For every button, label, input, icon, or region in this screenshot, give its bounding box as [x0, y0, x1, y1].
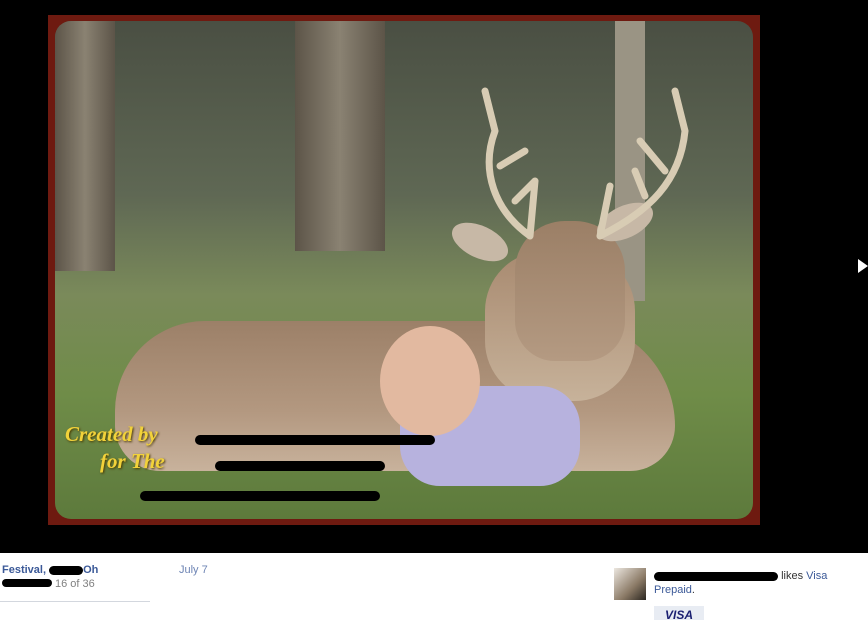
activity-story: likes Visa Prepaid.: [654, 569, 854, 597]
album-title-suffix[interactable]: Oh: [83, 564, 98, 576]
redaction-mark: [2, 579, 52, 587]
redaction-mark: [195, 435, 435, 445]
tree-trunk: [295, 21, 385, 251]
redaction-mark: [215, 461, 385, 471]
caption-line: Created by: [65, 422, 158, 446]
tree-trunk: [55, 21, 115, 271]
redaction-mark: [140, 491, 380, 501]
photo[interactable]: Created by for The: [55, 21, 753, 519]
redaction-mark: [49, 565, 84, 575]
visa-logo-icon[interactable]: VISA: [654, 606, 704, 620]
activity-verb: likes: [781, 570, 804, 582]
activity-thumbnail[interactable]: [614, 568, 646, 600]
photo-caption: Created by for The: [65, 421, 165, 475]
divider: [0, 601, 150, 602]
caption-line: for The: [100, 449, 165, 473]
activity-suffix: .: [691, 584, 695, 596]
photo-frame: Created by for The: [48, 15, 760, 525]
baby-head: [380, 326, 480, 436]
antlers: [481, 87, 689, 240]
redaction-mark: [654, 571, 778, 581]
photo-viewer-stage: Created by for The: [0, 0, 868, 553]
post-date[interactable]: July 7: [179, 564, 208, 576]
album-title-text[interactable]: Festival,: [2, 564, 49, 576]
next-arrow-icon[interactable]: [858, 259, 868, 273]
album-title[interactable]: Festival, Oh: [2, 564, 98, 576]
photo-count: 16 of 36: [55, 578, 95, 590]
